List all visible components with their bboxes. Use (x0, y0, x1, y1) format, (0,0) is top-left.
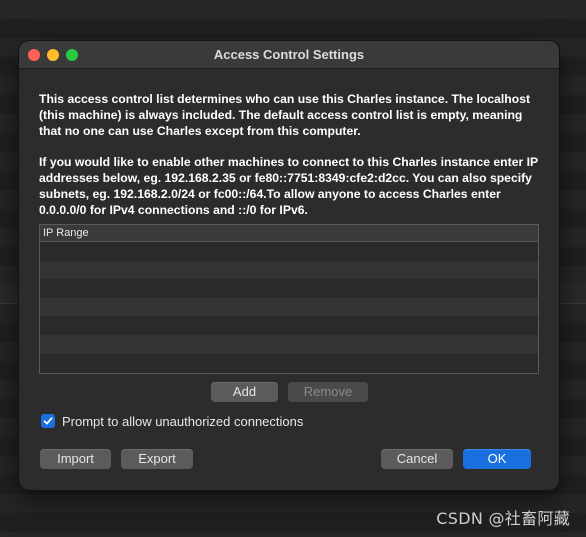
window-title: Access Control Settings (213, 47, 365, 62)
ip-range-table[interactable]: IP Range (39, 224, 539, 374)
add-button[interactable]: Add (211, 382, 278, 402)
table-row[interactable] (40, 354, 538, 373)
table-row[interactable] (40, 334, 538, 354)
description-paragraph-1: This access control list determines who … (39, 92, 531, 138)
prompt-unauthorized-label: Prompt to allow unauthorized connections (62, 413, 304, 429)
remove-button[interactable]: Remove (288, 382, 368, 402)
import-button[interactable]: Import (40, 449, 111, 469)
table-row[interactable] (40, 260, 538, 280)
description-paragraph-2: If you would like to enable other machin… (39, 155, 538, 217)
ok-button[interactable]: OK (463, 449, 531, 469)
ip-range-column-header[interactable]: IP Range (40, 225, 538, 242)
table-row[interactable] (40, 242, 538, 261)
title-bar: Access Control Settings (19, 41, 559, 69)
watermark-text: CSDN @社畜阿藏 (436, 509, 570, 528)
table-row[interactable] (40, 279, 538, 298)
access-control-dialog: Access Control Settings This access cont… (19, 41, 559, 490)
prompt-unauthorized-option[interactable]: Prompt to allow unauthorized connections (41, 413, 303, 429)
cancel-button[interactable]: Cancel (381, 449, 453, 469)
table-row[interactable] (40, 297, 538, 317)
table-row[interactable] (40, 316, 538, 335)
export-button[interactable]: Export (121, 449, 193, 469)
checkmark-icon (43, 417, 53, 425)
prompt-unauthorized-checkbox[interactable] (41, 414, 55, 428)
